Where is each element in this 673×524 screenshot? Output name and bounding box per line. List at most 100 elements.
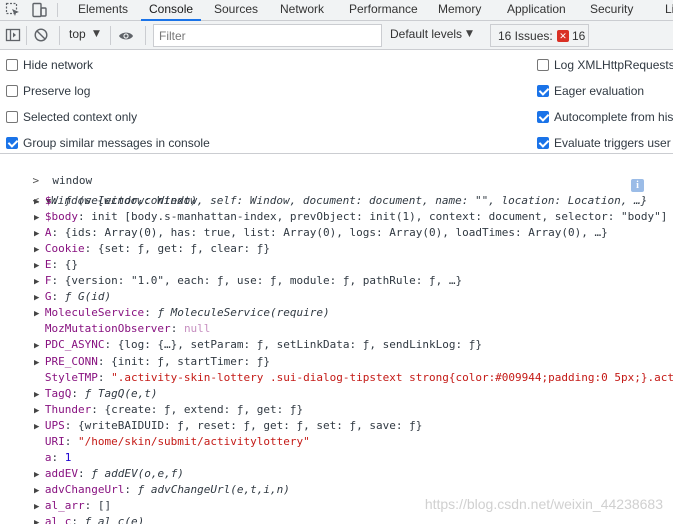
log-xhr-checkbox[interactable] bbox=[537, 59, 549, 71]
expand-triangle-icon[interactable]: ▶ bbox=[34, 422, 45, 432]
expand-triangle-icon[interactable]: ▶ bbox=[34, 277, 45, 287]
expand-triangle-icon[interactable]: ▶ bbox=[34, 502, 45, 512]
property-row[interactable]: ▶ Cookie: {set: ƒ, get: ƒ, clear: ƒ} bbox=[34, 241, 270, 257]
tab-memory[interactable]: Memory bbox=[438, 0, 481, 20]
info-icon[interactable]: i bbox=[631, 179, 644, 192]
property-row[interactable]: ▶ MoleculeService: ƒ MoleculeService(req… bbox=[34, 305, 330, 321]
property-value: 1 bbox=[64, 450, 72, 464]
issues-label: 16 Issues: bbox=[498, 29, 553, 43]
property-row[interactable]: ▶ advChangeUrl: ƒ advChangeUrl(e,t,i,n) bbox=[34, 482, 290, 498]
expand-triangle-icon[interactable]: ▶ bbox=[34, 293, 45, 303]
console-input-line: > window bbox=[6, 157, 93, 187]
chevron-down-icon: ▼ bbox=[466, 29, 473, 39]
expand-triangle-icon[interactable]: ▶ bbox=[34, 486, 45, 496]
property-row[interactable]: ▶ al_c: ƒ al_c(e) bbox=[34, 514, 144, 524]
property-row[interactable]: ▶ Thunder: {create: ƒ, extend: ƒ, get: ƒ… bbox=[34, 402, 303, 418]
property-row[interactable]: ▶ F: {version: "1.0", each: ƒ, use: ƒ, m… bbox=[34, 273, 462, 289]
property-row[interactable]: ▶ A: {ids: Array(0), has: true, list: Ar… bbox=[34, 225, 608, 241]
property-key: $body bbox=[44, 210, 78, 224]
console-settings-panel: Hide network Preserve log Selected conte… bbox=[0, 50, 673, 154]
selected-context-checkbox[interactable] bbox=[6, 111, 18, 123]
toolbar-separator bbox=[59, 26, 60, 45]
property-value: {create: ƒ, extend: ƒ, get: ƒ} bbox=[104, 402, 304, 416]
expand-triangle-icon[interactable]: ▶ bbox=[34, 358, 45, 368]
property-value: null bbox=[183, 322, 211, 336]
expand-triangle-icon[interactable]: ▶ bbox=[34, 341, 45, 351]
property-key: UPS bbox=[44, 418, 65, 432]
property-value: [] bbox=[97, 498, 112, 512]
setting-label: Autocomplete from his bbox=[554, 110, 673, 124]
tab-lighthouse[interactable]: Li bbox=[665, 0, 673, 20]
property-row: MozMutationObserver: null bbox=[34, 321, 211, 337]
setting-log-xhr[interactable]: Log XMLHttpRequests bbox=[537, 56, 673, 76]
expand-triangle-icon[interactable]: ▶ bbox=[34, 245, 45, 255]
tab-application[interactable]: Application bbox=[507, 0, 566, 20]
property-value: init [body.s-manhattan-index, prevObject… bbox=[91, 210, 668, 224]
issues-count: 16 bbox=[572, 29, 586, 43]
setting-evaluate-triggers[interactable]: Evaluate triggers user a bbox=[537, 134, 673, 154]
console-toolbar: top ▼ Default levels ▼ 16 Issues: ✕ 16 bbox=[0, 21, 673, 50]
eager-evaluation-checkbox[interactable] bbox=[537, 85, 549, 97]
expand-triangle-icon[interactable]: ▶ bbox=[34, 213, 45, 223]
preserve-log-checkbox[interactable] bbox=[6, 85, 18, 97]
property-value: {log: {…}, setParam: ƒ, setLinkData: ƒ, … bbox=[117, 338, 482, 352]
property-row[interactable]: ▶ PRE_CONN: {init: ƒ, startTimer: ƒ} bbox=[34, 354, 270, 370]
autocomplete-checkbox[interactable] bbox=[537, 111, 549, 123]
property-row[interactable]: ▶ E: {} bbox=[34, 257, 78, 273]
evaluate-triggers-checkbox[interactable] bbox=[537, 137, 549, 149]
property-row[interactable]: ▶ TagQ: ƒ TagQ(e,t) bbox=[34, 386, 157, 402]
toolbar-separator bbox=[26, 26, 27, 45]
property-row[interactable]: ▶ PDC_ASYNC: {log: {…}, setParam: ƒ, set… bbox=[34, 337, 482, 353]
tab-console[interactable]: Console bbox=[140, 0, 202, 21]
property-row[interactable]: ▶ $: ƒ (selector,context) bbox=[34, 193, 197, 209]
tab-elements[interactable]: Elements bbox=[78, 0, 128, 20]
inspect-element-icon[interactable] bbox=[5, 2, 21, 18]
filter-input[interactable] bbox=[153, 24, 382, 47]
expand-triangle-icon[interactable]: ▶ bbox=[34, 309, 45, 319]
property-value: {set: ƒ, get: ƒ, clear: ƒ} bbox=[97, 242, 271, 256]
property-key: StyleTMP bbox=[44, 370, 98, 384]
property-value: "/home/skin/submit/activitylottery" bbox=[77, 434, 310, 448]
toolbar-separator bbox=[110, 26, 111, 45]
log-levels-dropdown[interactable]: Default levels bbox=[390, 27, 462, 41]
setting-eager-evaluation[interactable]: Eager evaluation bbox=[537, 82, 673, 102]
property-row[interactable]: ▶ G: ƒ G(id) bbox=[34, 289, 111, 305]
property-key: al_c bbox=[44, 515, 72, 524]
property-value: ".activity-skin-lottery .sui-dialog-tips… bbox=[111, 370, 673, 384]
property-row[interactable]: ▶ $body: init [body.s-manhattan-index, p… bbox=[34, 209, 667, 225]
tab-security[interactable]: Security bbox=[590, 0, 633, 20]
group-similar-checkbox[interactable] bbox=[6, 137, 18, 149]
expand-triangle-icon[interactable]: ▶ bbox=[34, 390, 45, 400]
tab-separator bbox=[57, 3, 58, 17]
property-key: URI bbox=[44, 434, 65, 448]
expand-triangle-icon bbox=[34, 438, 45, 448]
error-icon: ✕ bbox=[557, 30, 569, 42]
hide-network-checkbox[interactable] bbox=[6, 59, 18, 71]
issues-button[interactable]: 16 Issues: ✕ 16 bbox=[490, 24, 589, 47]
context-selector[interactable]: top bbox=[69, 27, 86, 41]
expand-triangle-icon[interactable]: ▶ bbox=[34, 406, 45, 416]
tab-sources[interactable]: Sources bbox=[214, 0, 258, 20]
clear-console-icon[interactable] bbox=[33, 27, 49, 43]
console-result-head[interactable]: < ▼Window {window: Window, self: Window,… bbox=[6, 177, 648, 207]
property-key: advChangeUrl bbox=[44, 482, 125, 496]
setting-label: Hide network bbox=[23, 58, 94, 72]
device-toolbar-icon[interactable] bbox=[31, 2, 47, 18]
expand-triangle-icon[interactable]: ▶ bbox=[34, 229, 45, 239]
expand-triangle-icon[interactable]: ▶ bbox=[34, 470, 45, 480]
expand-triangle-icon[interactable]: ▶ bbox=[34, 261, 45, 271]
expand-triangle-icon[interactable]: ▶ bbox=[34, 197, 45, 207]
expand-triangle-icon[interactable]: ▶ bbox=[34, 518, 45, 524]
tab-performance[interactable]: Performance bbox=[349, 0, 418, 20]
eye-icon[interactable] bbox=[118, 28, 134, 44]
property-row[interactable]: ▶ UPS: {writeBAIDUID: ƒ, reset: ƒ, get: … bbox=[34, 418, 422, 434]
property-row[interactable]: ▶ addEV: ƒ addEV(o,e,f) bbox=[34, 466, 184, 482]
property-value: ƒ (selector,context) bbox=[64, 194, 198, 207]
property-row[interactable]: ▶ al_arr: [] bbox=[34, 498, 111, 514]
setting-autocomplete[interactable]: Autocomplete from his bbox=[537, 108, 673, 128]
expand-triangle-icon bbox=[34, 374, 45, 384]
property-value: {init: ƒ, startTimer: ƒ} bbox=[111, 354, 271, 368]
tab-network[interactable]: Network bbox=[280, 0, 324, 20]
show-sidebar-icon[interactable] bbox=[5, 27, 21, 43]
expand-triangle-icon bbox=[34, 325, 45, 335]
